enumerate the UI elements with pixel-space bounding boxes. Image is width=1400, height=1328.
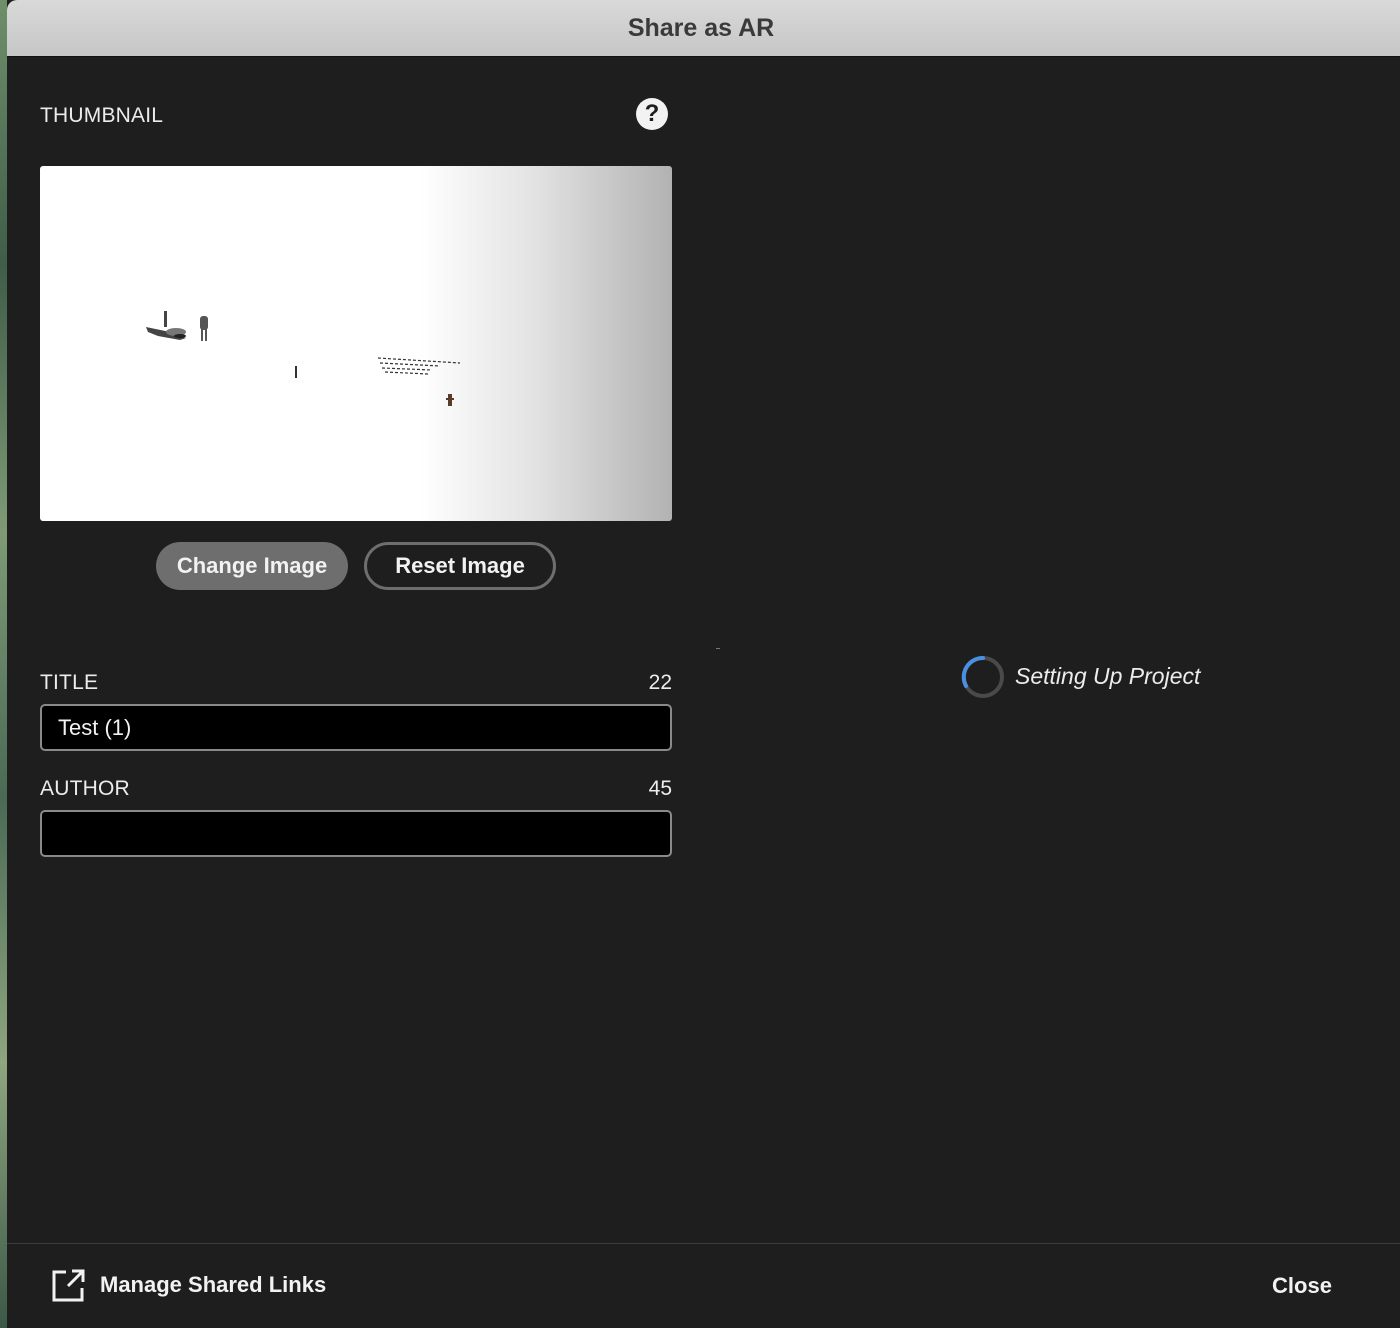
reset-image-button[interactable]: Reset Image — [364, 542, 556, 590]
scene-object-figure — [200, 316, 208, 341]
scene-object-cloud — [377, 357, 461, 375]
share-as-ar-dialog: Share as AR THUMBNAIL ? Change Image Res… — [7, 0, 1400, 1328]
external-link-icon — [52, 1269, 85, 1302]
author-label: AUTHOR — [40, 777, 130, 800]
author-input[interactable] — [40, 810, 672, 857]
title-input[interactable]: Test (1) — [40, 704, 672, 751]
scene-object-shuttle — [146, 311, 186, 340]
thumbnail-scene — [146, 311, 461, 406]
thumbnail-preview — [40, 166, 672, 521]
spinner-icon — [961, 655, 1004, 698]
title-char-counter: 22 — [648, 671, 672, 694]
change-image-button[interactable]: Change Image — [156, 542, 348, 590]
manage-shared-links-button[interactable]: Manage Shared Links — [52, 1265, 326, 1305]
status-text: Setting Up Project — [1015, 663, 1201, 689]
close-button[interactable]: Close — [1257, 1268, 1347, 1304]
footer-divider — [7, 1243, 1400, 1244]
author-char-counter: 45 — [648, 777, 672, 800]
divider-mark — [716, 648, 720, 649]
thumbnail-label: THUMBNAIL — [40, 104, 164, 127]
scene-object-post — [295, 366, 297, 378]
window-titlebar[interactable]: Share as AR — [7, 0, 1400, 57]
help-icon[interactable]: ? — [636, 98, 668, 130]
desktop-backdrop — [0, 0, 7, 1328]
scene-object-figure-small — [446, 394, 454, 406]
window-title: Share as AR — [627, 13, 775, 42]
manage-shared-links-label: Manage Shared Links — [100, 1272, 327, 1297]
title-label: TITLE — [40, 671, 99, 694]
